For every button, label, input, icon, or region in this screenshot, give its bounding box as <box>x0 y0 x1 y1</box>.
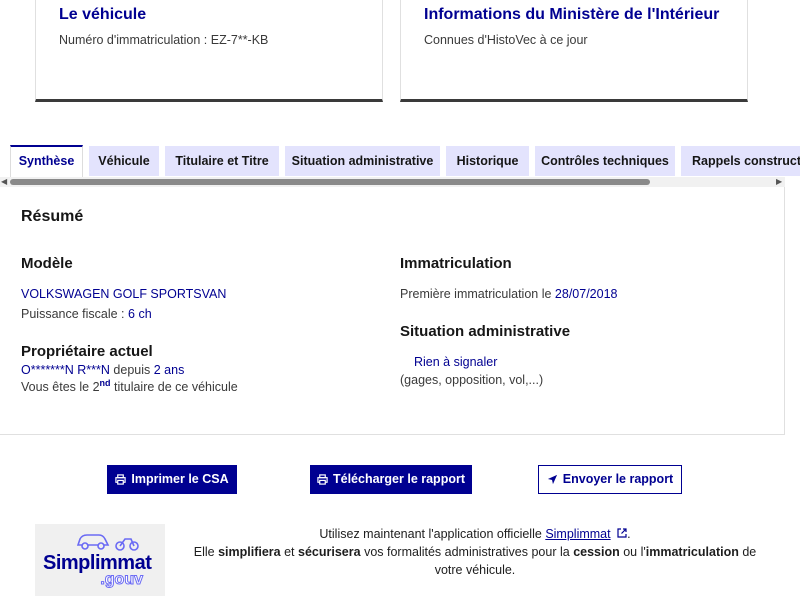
promo-line2-g: ou l' <box>623 545 646 559</box>
titulaire-pre: Vous êtes le 2 <box>21 380 100 394</box>
external-link-icon <box>617 528 627 538</box>
promo-line2-f: cession <box>573 545 620 559</box>
puissance-line: Puissance fiscale : 6 ch <box>21 307 152 321</box>
vehicle-card: Le véhicule Numéro d'immatriculation : E… <box>35 0 383 102</box>
logo-sub: .gouv <box>100 571 144 589</box>
titulaire-post: titulaire de ce véhicule <box>114 380 238 394</box>
tab-synthese[interactable]: Synthèse <box>10 145 83 178</box>
printer-icon <box>317 474 328 485</box>
immatriculation-line: Première immatriculation le 28/07/2018 <box>400 287 617 301</box>
tab-situation[interactable]: Situation administrative <box>285 146 440 176</box>
proprietaire-heading: Propriétaire actuel <box>21 343 153 360</box>
download-report-button[interactable]: Télécharger le rapport <box>310 465 472 494</box>
simplimmat-link-label: Simplimmat <box>545 527 611 541</box>
motorbike-icon <box>115 538 139 551</box>
vehicle-card-desc: Numéro d'immatriculation : EZ-7**-KB <box>59 33 269 47</box>
modele-name: VOLKSWAGEN GOLF SPORTSVAN <box>21 287 227 301</box>
promo-line2-b: simplifiera <box>218 545 281 559</box>
simplimmat-link[interactable]: Simplimmat <box>545 527 610 541</box>
print-csa-button[interactable]: Imprimer le CSA <box>107 465 237 494</box>
simplimmat-logo[interactable]: Simplimmat .gouv <box>35 524 165 596</box>
situation-detail: (gages, opposition, vol,...) <box>400 373 544 387</box>
promo-line2-h: immatriculation <box>645 545 739 559</box>
promo-line2-d: sécurisera <box>298 545 361 559</box>
scroll-left-icon[interactable]: ◀ <box>1 177 7 187</box>
ministry-card-title: Informations du Ministère de l'Intérieur <box>424 6 720 23</box>
promo-line1-pre: Utilisez maintenant l'application offici… <box>319 527 542 541</box>
immatriculation-date: 28/07/2018 <box>554 287 618 301</box>
scroll-thumb[interactable] <box>10 179 650 185</box>
tab-rappels[interactable]: Rappels constructeur <box>681 146 800 176</box>
proprietaire-line: O*******N R***N depuis 2 ans <box>21 363 184 377</box>
situation-status: Rien à signaler <box>414 355 498 369</box>
promo-line2-a: Elle <box>193 545 215 559</box>
modele-heading: Modèle <box>21 255 73 272</box>
vehicle-card-title: Le véhicule <box>59 6 147 23</box>
scroll-right-icon[interactable]: ▶ <box>776 177 782 187</box>
proprietaire-depuis: depuis <box>113 363 151 377</box>
tab-titulaire[interactable]: Titulaire et Titre <box>165 146 279 176</box>
tab-vehicule[interactable]: Véhicule <box>89 146 159 176</box>
promo-line2-c: et <box>284 545 295 559</box>
print-csa-label: Imprimer le CSA <box>131 472 229 486</box>
titulaire-sup: nd <box>99 377 111 388</box>
titulaire-line: Vous êtes le 2nd titulaire de ce véhicul… <box>21 377 238 394</box>
tabs-scrollbar[interactable]: ◀ ▶ <box>0 177 785 187</box>
printer-icon <box>115 474 127 485</box>
simplimmat-promo: Utilisez maintenant l'application offici… <box>193 527 757 577</box>
proprietaire-name: O*******N R***N <box>21 363 110 377</box>
download-report-label: Télécharger le rapport <box>333 472 465 486</box>
send-report-button[interactable]: Envoyer le rapport <box>538 465 682 494</box>
tab-bar: Synthèse Véhicule Titulaire et Titre Sit… <box>0 145 800 178</box>
immatriculation-heading: Immatriculation <box>400 255 512 272</box>
situation-heading: Situation administrative <box>400 323 571 340</box>
send-report-label: Envoyer le rapport <box>562 472 674 486</box>
ministry-card: Informations du Ministère de l'Intérieur… <box>400 0 748 102</box>
puissance-label: Puissance fiscale : <box>21 307 125 321</box>
send-icon <box>547 474 557 485</box>
synthese-panel: Résumé Modèle VOLKSWAGEN GOLF SPORTSVAN … <box>0 187 785 435</box>
promo-line2-e: vos formalités administratives pour la <box>364 545 570 559</box>
ministry-card-desc: Connues d'HistoVec à ce jour <box>424 33 588 47</box>
puissance-value: 6 ch <box>128 307 152 321</box>
summary-title: Résumé <box>21 208 84 225</box>
proprietaire-duration: 2 ans <box>153 363 185 377</box>
immatriculation-label: Première immatriculation le <box>400 287 552 301</box>
tab-controles[interactable]: Contrôles techniques <box>535 146 675 176</box>
tab-historique[interactable]: Historique <box>446 146 529 176</box>
